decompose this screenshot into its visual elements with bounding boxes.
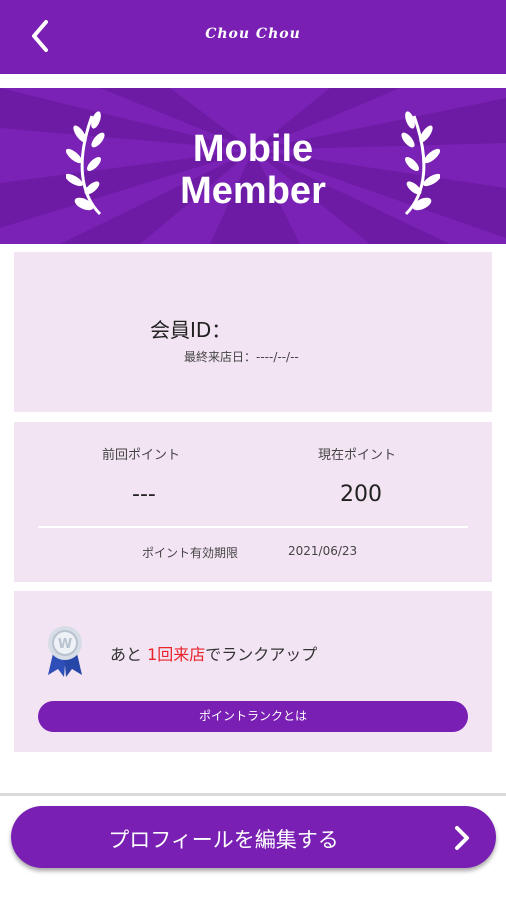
previous-points-label: 前回ポイント [102,448,181,463]
points-expiry-value: 2021/06/23 [288,544,358,558]
member-id-label: 会員ID： [150,318,232,342]
previous-points-value: --- [132,482,156,507]
rank-text-suffix: でランクアップ [205,645,318,664]
svg-text:W: W [58,637,72,652]
member-id-card: 会員ID： 最終来店日：----/--/-- [14,252,492,412]
edit-profile-label: プロフィールを編集する [108,828,339,852]
points-divider [38,526,468,528]
edit-profile-button[interactable]: プロフィールを編集する [11,806,496,868]
current-points-value: 200 [340,482,382,507]
app-title: Chou Chou [205,26,301,42]
footer-divider [0,793,506,796]
points-card: 前回ポイント 現在ポイント --- 200 ポイント有効期限 2021/06/2… [14,422,492,582]
current-points-label: 現在ポイント [318,448,397,463]
point-rank-info-button[interactable]: ポイントランクとは [38,701,468,732]
points-expiry-label: ポイント有効期限 [142,546,239,560]
rank-ribbon-icon: W [44,623,86,679]
app-header: Chou Chou [0,0,506,74]
last-visit-label: 最終来店日：----/--/-- [184,350,299,364]
member-banner: Mobile Member [0,88,506,244]
banner-title-line1: Mobile [192,128,314,170]
rank-visits-remaining: 1回来店 [147,645,206,664]
rank-card: W あと 1回来店でランクアップ ポイントランクとは [14,591,492,752]
chevron-right-icon [455,826,469,850]
rank-up-message: あと 1回来店でランクアップ [110,641,317,665]
banner-title: Mobile Member [0,128,506,212]
rank-text-prefix: あと [110,645,148,664]
banner-title-line2: Member [180,170,326,212]
